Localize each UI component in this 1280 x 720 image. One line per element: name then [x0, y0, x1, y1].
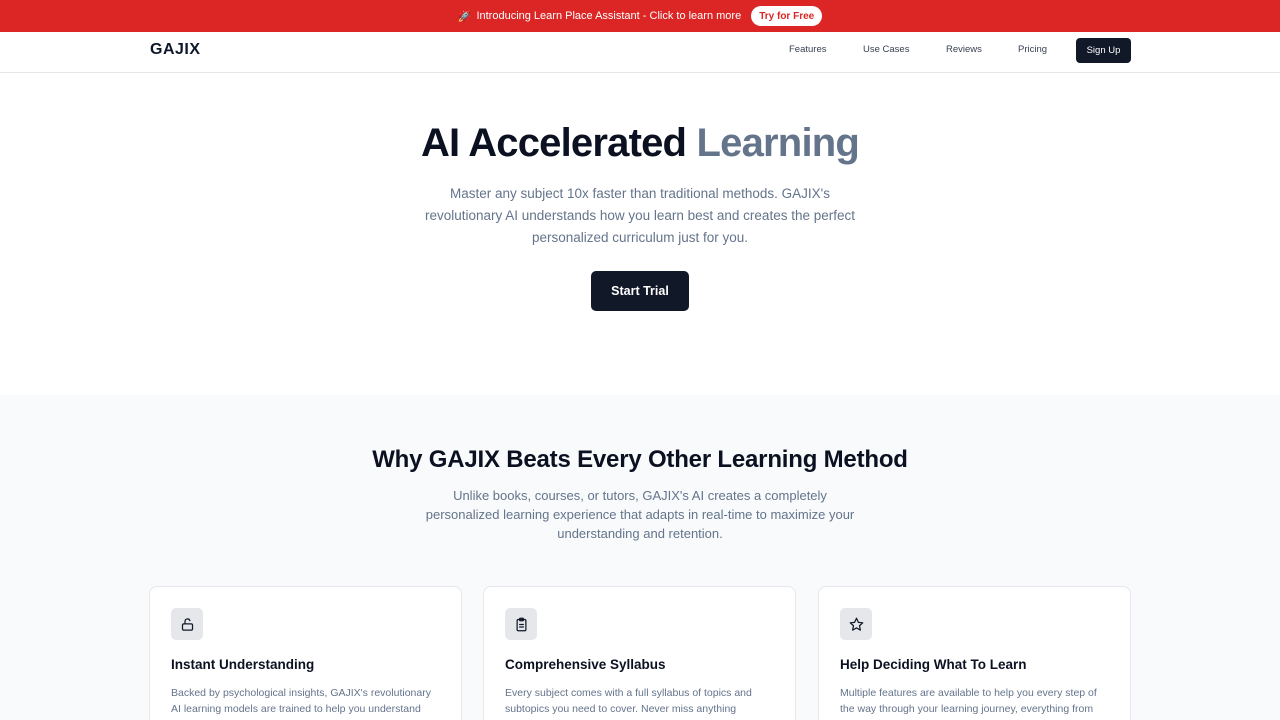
- card-text: Multiple features are available to help …: [840, 687, 1097, 715]
- sign-up-button[interactable]: Sign Up: [1076, 38, 1131, 63]
- logo[interactable]: GAJIX: [150, 41, 201, 59]
- clipboard-icon: [505, 608, 537, 640]
- nav-link-reviews[interactable]: Reviews: [946, 44, 982, 55]
- feature-card-instant-understanding: Instant Understanding Backed by psycholo…: [149, 586, 462, 720]
- hero-subtitle: Master any subject 10x faster than tradi…: [424, 186, 855, 245]
- nav-link-features[interactable]: Features: [789, 44, 827, 55]
- why-title: Why GAJIX Beats Every Other Learning Met…: [372, 446, 908, 473]
- star-icon: [840, 608, 872, 640]
- why-section: Why GAJIX Beats Every Other Learning Met…: [0, 395, 1280, 720]
- hero-title-main: AI Accelerated: [420, 121, 697, 165]
- nav-link-pricing[interactable]: Pricing: [1018, 44, 1047, 55]
- why-subtitle: Unlike books, courses, or tutors, GAJIX'…: [425, 488, 855, 541]
- card-text: Backed by psychological insights, GAJIX'…: [171, 687, 431, 715]
- feature-card-comprehensive-syllabus: Comprehensive Syllabus Every subject com…: [483, 586, 796, 720]
- unlock-icon: [171, 608, 203, 640]
- hero-title: AI Accelerated Learning: [0, 121, 1280, 166]
- card-title: Instant Understanding: [171, 657, 315, 672]
- rocket-icon: 🚀: [457, 10, 472, 23]
- card-title: Help Deciding What To Learn: [840, 657, 1027, 672]
- hero-title-accent: Learning: [696, 121, 860, 165]
- feature-card-help-deciding: Help Deciding What To Learn Multiple fea…: [818, 586, 1131, 720]
- banner-text[interactable]: Introducing Learn Place Assistant - Clic…: [476, 10, 741, 22]
- hero-section: AI Accelerated Learning Master any subje…: [0, 73, 1280, 395]
- navbar: GAJIX Features Use Cases Reviews Pricing…: [0, 32, 1280, 73]
- try-for-free-button[interactable]: Try for Free: [751, 6, 823, 26]
- card-title: Comprehensive Syllabus: [505, 657, 666, 672]
- card-text: Every subject comes with a full syllabus…: [505, 687, 752, 715]
- announcement-banner[interactable]: 🚀 Introducing Learn Place Assistant - Cl…: [0, 0, 1280, 32]
- nav-link-use-cases[interactable]: Use Cases: [863, 44, 909, 55]
- start-trial-button[interactable]: Start Trial: [591, 271, 689, 311]
